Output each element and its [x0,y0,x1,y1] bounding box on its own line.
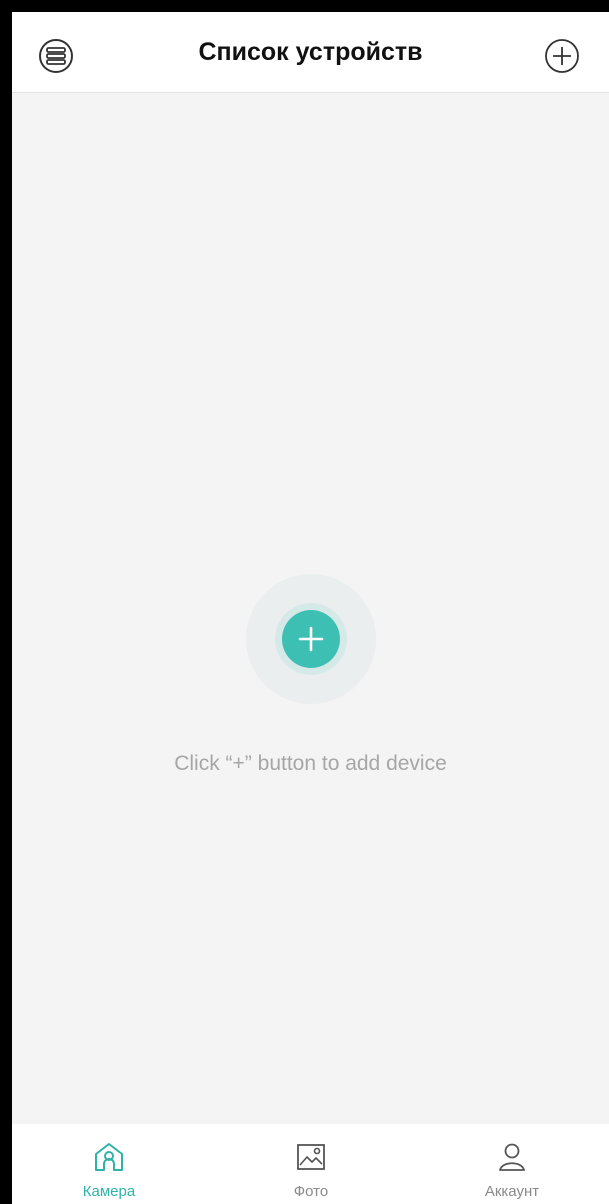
page-title: Список устройств [198,38,423,66]
add-device-button[interactable] [544,38,580,74]
bottom-tab-bar: Камера Фото Аккаунт [12,1124,609,1204]
user-icon [499,1143,525,1171]
tab-camera-label: Камера [82,1183,136,1200]
plus-icon [298,626,324,652]
empty-state-hint: Click “+” button to add device [174,752,447,775]
app-screen: Список устройств Click “+” button to add… [12,12,609,1204]
tab-account[interactable]: Аккаунт [447,1124,577,1204]
tab-account-label: Аккаунт [484,1183,540,1200]
tab-camera[interactable]: Камера [44,1124,174,1204]
home-camera-icon [95,1143,123,1171]
device-list-empty-area: Click “+” button to add device [12,93,609,1124]
tab-photo[interactable]: Фото [246,1124,376,1204]
plus-circle-icon [545,39,579,73]
image-icon [297,1144,325,1170]
navigation-header: Список устройств [12,12,609,93]
tab-photo-label: Фото [293,1183,329,1200]
empty-state-add-button[interactable] [282,610,340,668]
